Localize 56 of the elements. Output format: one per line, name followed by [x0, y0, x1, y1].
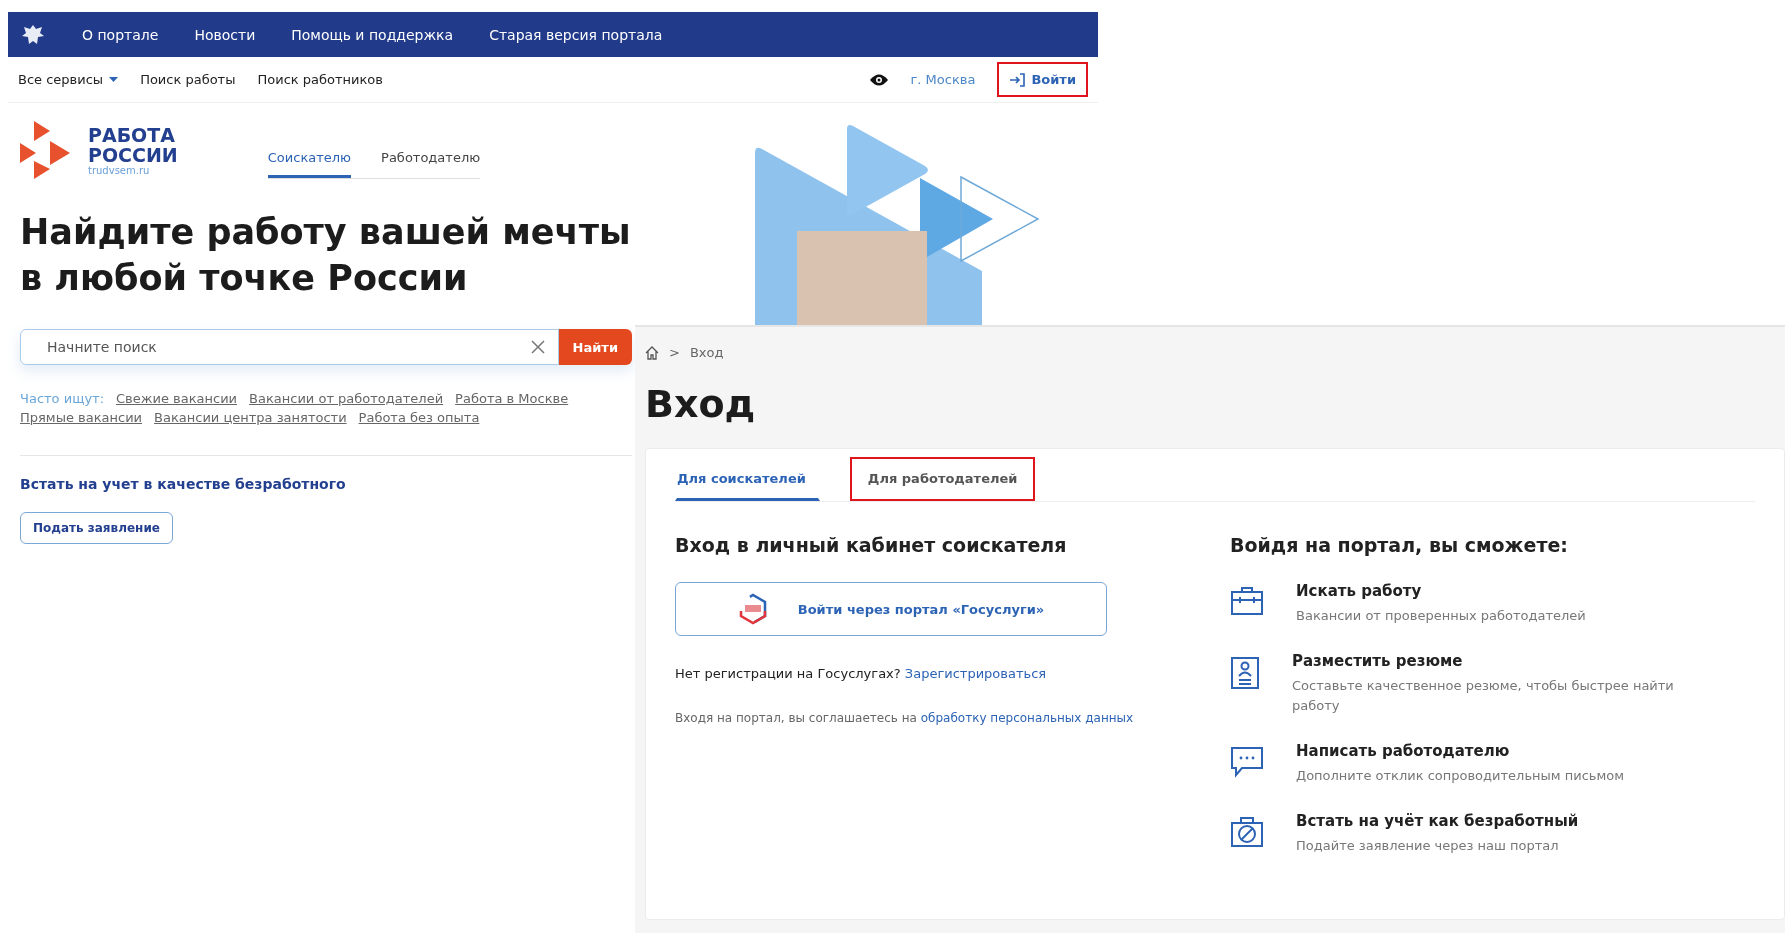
city-link[interactable]: г. Москва: [910, 72, 976, 87]
popular-label: Часто ищут:: [20, 391, 105, 406]
login-tab[interactable]: Для соискателей: [675, 457, 820, 501]
login-icon: [1009, 72, 1026, 87]
briefcase-prohibited-icon: [1230, 816, 1264, 848]
gosuslugi-login-button[interactable]: Войти через портал «Госуслуги»: [675, 582, 1107, 636]
nav-link[interactable]: Все сервисы: [18, 72, 119, 87]
popular-search-link[interactable]: Работа без опыта: [358, 410, 480, 425]
consent-text: Входя на портал, вы соглашаетесь на обработку персональных данных: [675, 711, 1135, 725]
benefits-heading: Войдя на портал, вы сможете:: [1230, 534, 1569, 556]
breadcrumb-separator: >: [669, 345, 680, 360]
benefit-description: Подайте заявление через наш портал: [1296, 837, 1560, 855]
benefit-title: Написать работодателю: [1296, 742, 1511, 760]
breadcrumb-item: Вход: [689, 345, 724, 360]
clear-icon[interactable]: [530, 340, 545, 354]
briefcase-icon: [1230, 586, 1264, 616]
audience-tab[interactable]: Работодателю: [381, 141, 481, 178]
personal-data-link[interactable]: обработку персональных данных: [920, 711, 1134, 725]
top-nav-link[interactable]: Помощь и поддержка: [291, 26, 454, 43]
popular-search-link[interactable]: Работа в Москве: [455, 391, 569, 406]
home-icon[interactable]: [645, 345, 659, 360]
nav-link[interactable]: Поиск работы: [140, 72, 236, 87]
top-nav-link[interactable]: Новости: [194, 26, 256, 43]
login-heading: Вход в личный кабинет соискателя: [675, 534, 1068, 556]
top-nav-link[interactable]: О портале: [82, 26, 159, 43]
chat-icon: [1230, 746, 1264, 778]
logo-title: РОССИИ: [88, 144, 178, 165]
benefit-title: Встать на учёт как безработный: [1296, 812, 1579, 830]
benefit-title: Разместить резюме: [1292, 652, 1464, 670]
search-button[interactable]: Найти: [558, 329, 632, 365]
resume-icon: [1230, 656, 1260, 690]
search-field[interactable]: Начните поиск: [20, 329, 559, 365]
benefit-description: Вакансии от проверенных работодателей: [1296, 607, 1586, 625]
nav-link[interactable]: Поиск работников: [257, 72, 383, 87]
popular-search-link[interactable]: Прямые вакансии: [20, 410, 143, 425]
register-link[interactable]: Зарегистрироваться: [904, 666, 1047, 681]
hero-heading: в любой точке России: [20, 257, 469, 300]
audience-tab[interactable]: Соискателю: [267, 141, 352, 178]
benefit-title: Искать работу: [1296, 582, 1423, 600]
benefit-description: Дополните отклик сопроводительным письмом: [1296, 767, 1625, 785]
apply-button[interactable]: Подать заявление: [20, 512, 173, 544]
caret-icon: [109, 76, 119, 83]
popular-search-link[interactable]: Свежие вакансии: [116, 391, 238, 406]
hero-heading: Найдите работу вашей мечты: [20, 211, 632, 254]
page-title: Вход: [645, 382, 757, 426]
eye-icon[interactable]: [868, 72, 889, 87]
top-nav-link[interactable]: Старая версия портала: [489, 26, 663, 43]
unemployed-title: Встать на учет в качестве безработного: [20, 476, 347, 492]
popular-search-link[interactable]: Вакансии центра занятости: [154, 410, 347, 425]
popular-search-link[interactable]: Вакансии от работодателей: [249, 391, 444, 406]
register-text: Нет регистрации на Госуслугах? Зарегистрироваться: [675, 666, 1048, 681]
benefit-description: Составьте качественное резюме, чтобы быстрее найти работу: [1292, 677, 1675, 715]
login-tab[interactable]: Для работодателей: [849, 457, 1036, 501]
login-link[interactable]: Войти: [997, 62, 1088, 97]
logo-domain: trudvsem.ru: [88, 164, 151, 176]
logo-title: РАБОТА: [88, 124, 176, 145]
